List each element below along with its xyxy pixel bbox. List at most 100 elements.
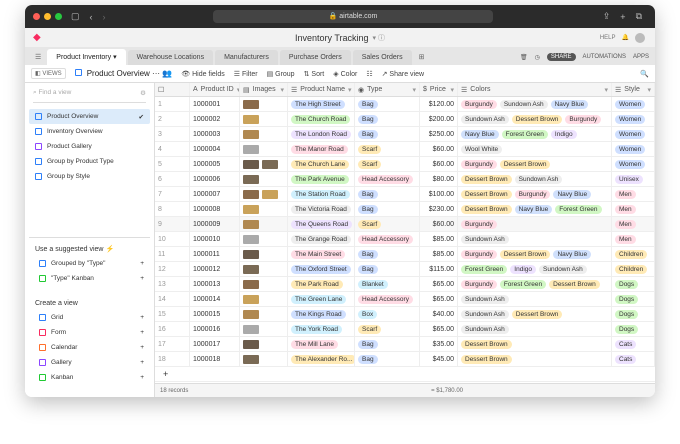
product-name-cell[interactable]: The Church Road (288, 112, 355, 126)
product-id-cell[interactable]: 1000014 (190, 292, 240, 306)
images-cell[interactable] (240, 112, 288, 126)
type-cell[interactable]: Head Accessory (355, 172, 420, 186)
plus-icon[interactable]: + (140, 374, 144, 381)
colors-cell[interactable]: Sundown Ash Dessert Brown (458, 307, 612, 321)
style-cell[interactable]: Women (612, 157, 655, 171)
find-view-input[interactable]: ⌕ Find a view ⚙ (33, 89, 146, 103)
column-header-product-id[interactable]: A Product ID ▾ (190, 83, 240, 96)
product-name-cell[interactable]: The Oxford Street (288, 262, 355, 276)
product-name-cell[interactable]: The Main Street (288, 247, 355, 261)
tab-purchase-orders[interactable]: Purchase Orders (279, 50, 351, 65)
product-id-cell[interactable]: 1000018 (190, 352, 240, 366)
product-name-cell[interactable]: The Kings Road (288, 307, 355, 321)
type-cell[interactable]: Bag (355, 97, 420, 111)
product-name-cell[interactable]: The Manor Road (288, 142, 355, 156)
image-thumbnail[interactable] (262, 189, 278, 199)
menu-icon[interactable]: ☰ (29, 49, 47, 65)
type-cell[interactable]: Head Accessory (355, 292, 420, 306)
image-thumbnail[interactable] (243, 279, 259, 289)
tab-sales-orders[interactable]: Sales Orders (352, 50, 412, 65)
column-header-colors[interactable]: ☰ Colors ▾ (458, 83, 612, 96)
images-cell[interactable] (240, 127, 288, 141)
type-cell[interactable]: Bag (355, 262, 420, 276)
plus-icon[interactable]: + (140, 344, 144, 351)
base-title[interactable]: Inventory Tracking (295, 33, 369, 43)
table-row[interactable]: 2 1000002 The Church Road Bag $200.00 Sundown… (155, 112, 655, 127)
images-cell[interactable] (240, 247, 288, 261)
maximize-button[interactable] (55, 13, 62, 20)
product-id-cell[interactable]: 1000013 (190, 277, 240, 291)
address-bar[interactable]: 🔒 airtable.com (213, 10, 493, 23)
suggested-grouped-by-type[interactable]: Grouped by "Type" + (33, 256, 150, 271)
images-cell[interactable] (240, 262, 288, 276)
colors-cell[interactable]: Dessert Brown (458, 352, 612, 366)
type-cell[interactable]: Scarf (355, 142, 420, 156)
select-all-checkbox[interactable]: ☐ (155, 83, 190, 96)
create-kanban[interactable]: Kanban + (33, 370, 150, 385)
product-id-cell[interactable]: 1000011 (190, 247, 240, 261)
close-button[interactable] (33, 13, 40, 20)
forward-icon[interactable]: › (103, 12, 106, 22)
image-thumbnail[interactable] (243, 129, 259, 139)
image-thumbnail[interactable] (243, 219, 259, 229)
chevron-down-icon[interactable]: ▾ (348, 86, 352, 94)
product-id-cell[interactable]: 1000008 (190, 202, 240, 216)
product-id-cell[interactable]: 1000006 (190, 172, 240, 186)
plus-icon[interactable]: + (140, 260, 144, 267)
colors-cell[interactable]: Dessert Brown Sundown Ash (458, 172, 612, 186)
colors-cell[interactable]: Forest Green Indigo Sundown Ash (458, 262, 612, 276)
plus-icon[interactable]: + (140, 329, 144, 336)
colors-cell[interactable]: Burgundy Sundown Ash Navy Blue (458, 97, 612, 111)
avatar[interactable] (635, 32, 645, 43)
style-cell[interactable]: Men (612, 187, 655, 201)
share-view-button[interactable]: ↗ Share view (382, 70, 424, 78)
images-cell[interactable] (240, 277, 288, 291)
type-cell[interactable]: Box (355, 307, 420, 321)
image-thumbnail[interactable] (243, 354, 259, 364)
image-thumbnail[interactable] (243, 264, 259, 274)
group-button[interactable]: ▤ Group (267, 70, 295, 78)
image-thumbnail[interactable] (243, 99, 259, 109)
colors-cell[interactable]: Burgundy Forest Green Dessert Brown (458, 277, 612, 291)
back-icon[interactable]: ‹ (90, 12, 93, 22)
image-thumbnail[interactable] (243, 249, 259, 259)
chevron-down-icon[interactable]: ▾ (412, 86, 416, 94)
type-cell[interactable]: Blanket (355, 277, 420, 291)
colors-cell[interactable]: Sundown Ash Dessert Brown Burgundy (458, 112, 612, 126)
chevron-down-icon[interactable]: ▾ (280, 86, 284, 94)
price-cell[interactable]: $85.00 (420, 232, 458, 246)
images-cell[interactable] (240, 337, 288, 351)
product-id-cell[interactable]: 1000007 (190, 187, 240, 201)
colors-cell[interactable]: Sundown Ash (458, 292, 612, 306)
product-id-cell[interactable]: 1000009 (190, 217, 240, 231)
style-cell[interactable]: Cats (612, 337, 655, 351)
apps-button[interactable]: APPS (633, 54, 649, 60)
price-cell[interactable]: $65.00 (420, 292, 458, 306)
price-cell[interactable]: $65.00 (420, 277, 458, 291)
table-row[interactable]: 11 1000011 The Main Street Bag $85.00 Burgund… (155, 247, 655, 262)
price-cell[interactable]: $80.00 (420, 172, 458, 186)
sidebar-view-inventory-overview[interactable]: Inventory Overview (29, 124, 150, 139)
style-cell[interactable]: Men (612, 217, 655, 231)
colors-cell[interactable]: Sundown Ash (458, 232, 612, 246)
hide-fields-button[interactable]: 👁 Hide fields (181, 70, 225, 78)
colors-cell[interactable]: Dessert Brown Navy Blue Forest Green (458, 202, 612, 216)
image-thumbnail[interactable] (243, 324, 259, 334)
style-cell[interactable]: Unisex (612, 172, 655, 186)
share-button[interactable]: SHARE (546, 53, 576, 61)
image-thumbnail[interactable] (243, 234, 259, 244)
style-cell[interactable]: Dogs (612, 292, 655, 306)
colors-cell[interactable]: Burgundy (458, 217, 612, 231)
filter-button[interactable]: ☰ Filter (234, 70, 258, 78)
price-cell[interactable]: $100.00 (420, 187, 458, 201)
colors-cell[interactable]: Dessert Brown Burgundy Navy Blue (458, 187, 612, 201)
image-thumbnail[interactable] (262, 159, 278, 169)
trash-icon[interactable]: 🗑 (520, 54, 528, 61)
table-row[interactable]: 8 1000008 The Victoria Road Bag $230.00 Desse… (155, 202, 655, 217)
plus-icon[interactable]: + (140, 359, 144, 366)
product-name-cell[interactable]: The Park Avenue (288, 172, 355, 186)
views-toggle[interactable]: ◧ VIEWS (31, 68, 66, 79)
price-cell[interactable]: $200.00 (420, 112, 458, 126)
product-name-cell[interactable]: The High Street (288, 97, 355, 111)
price-cell[interactable]: $60.00 (420, 217, 458, 231)
